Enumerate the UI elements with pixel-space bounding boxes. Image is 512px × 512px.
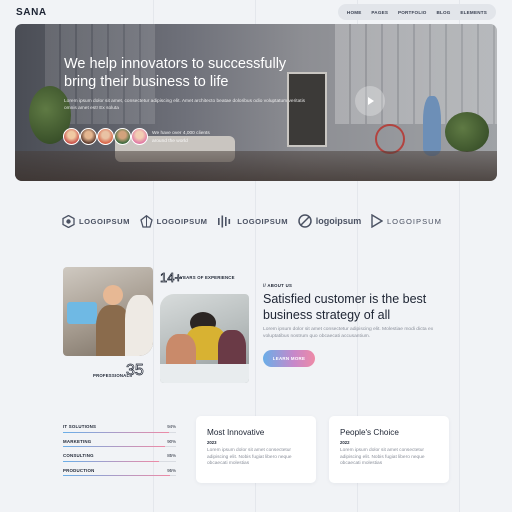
partner-logo: LOGOIPSUM bbox=[139, 214, 208, 228]
skill-name: IT SOLUTIONS bbox=[63, 424, 97, 429]
award-description: Lorem ipsum dolor sit amet consectetur a… bbox=[207, 448, 292, 467]
avatar bbox=[80, 128, 97, 145]
award-description: Lorem ipsum dolor sit amet consectetur a… bbox=[340, 448, 425, 467]
person-body bbox=[125, 295, 153, 356]
hero-person bbox=[423, 96, 441, 156]
award-card: People's Choice 2022 Lorem ipsum dolor s… bbox=[329, 416, 449, 483]
professionals-number: 35 bbox=[126, 362, 144, 380]
experience-number: 14+ bbox=[160, 270, 183, 286]
skill-name: MARKETING bbox=[63, 438, 92, 444]
about-description: Lorem ipsum dolor sit amet consectetur a… bbox=[263, 327, 434, 340]
skill-item: CONSULTING 85% bbox=[63, 453, 176, 468]
hero-description: Lorem ipsum dolor sit amet, consectetur … bbox=[64, 99, 306, 111]
avatar bbox=[131, 128, 148, 145]
partner-logo-text: LOGOIPSUM bbox=[79, 216, 130, 226]
skill-item: MARKETING 90% bbox=[63, 439, 176, 454]
skill-name: PRODUCTION bbox=[63, 467, 95, 473]
award-title: Most Innovative bbox=[207, 428, 265, 437]
nav-item-portfolio[interactable]: PORTFOLIO bbox=[398, 10, 427, 15]
hero-plant bbox=[445, 112, 489, 152]
skill-track bbox=[63, 446, 176, 447]
avatar bbox=[97, 128, 114, 145]
play-button[interactable] bbox=[355, 86, 385, 116]
hero-banner: We help innovators to successfully bring… bbox=[15, 24, 497, 181]
skill-percent: 95% bbox=[167, 467, 176, 473]
award-year: 2023 bbox=[207, 440, 217, 445]
brand-logo[interactable]: SANA bbox=[16, 7, 47, 18]
partner-logo: LOGOIPSUM bbox=[371, 214, 442, 228]
hero-title: We help innovators to successfully bring… bbox=[64, 56, 287, 90]
nav-item-pages[interactable]: PAGES bbox=[371, 10, 388, 15]
hero-bicycle bbox=[375, 124, 405, 154]
clients-text: We have over 4,000 clients around the wo… bbox=[152, 131, 210, 144]
nav-item-home[interactable]: HOME bbox=[347, 10, 362, 15]
partner-logo: logoipsum bbox=[298, 214, 362, 228]
hero-floor bbox=[15, 151, 497, 181]
bars-logo-icon bbox=[218, 215, 231, 227]
partner-logo: LOGOIPSUM bbox=[217, 215, 288, 228]
skills-list: IT SOLUTIONS 94% MARKETING 90% CONSULTIN… bbox=[63, 424, 176, 482]
skill-fill bbox=[63, 475, 171, 476]
skill-fill bbox=[63, 460, 160, 462]
learn-more-button[interactable]: LEARN MORE bbox=[263, 350, 315, 367]
partner-logos: LOGOIPSUM LOGOIPSUM LOGOIPSUM logoipsum … bbox=[62, 214, 442, 228]
geometric-logo-icon bbox=[139, 214, 153, 228]
main-nav: HOME PAGES PORTFOLIO BLOG ELEMENTS bbox=[338, 4, 496, 20]
award-card: Most Innovative 2023 Lorem ipsum dolor s… bbox=[196, 416, 316, 483]
skill-percent: 90% bbox=[167, 438, 176, 444]
skill-percent: 94% bbox=[167, 424, 176, 429]
client-avatars bbox=[63, 128, 148, 145]
circle-slash-logo-icon bbox=[298, 214, 312, 228]
skill-item: IT SOLUTIONS 94% bbox=[63, 424, 176, 439]
section-tag: // ABOUT US bbox=[263, 283, 293, 288]
about-title: Satisfied customer is the best business … bbox=[263, 292, 427, 322]
skill-fill bbox=[63, 446, 165, 447]
skill-track bbox=[63, 431, 176, 433]
partner-logo-text: LOGOIPSUM bbox=[386, 216, 442, 226]
skill-track bbox=[63, 460, 176, 462]
partner-logo-text: LOGOIPSUM bbox=[237, 216, 289, 226]
play-icon bbox=[368, 97, 374, 105]
arrow-logo-icon bbox=[371, 214, 383, 228]
monitor-shape bbox=[67, 302, 97, 324]
avatar bbox=[63, 128, 80, 145]
partner-logo-text: LOGOIPSUM bbox=[156, 216, 208, 226]
nav-item-blog[interactable]: BLOG bbox=[436, 10, 450, 15]
award-year: 2022 bbox=[340, 440, 350, 445]
person-head bbox=[103, 285, 123, 305]
skill-percent: 85% bbox=[167, 453, 176, 458]
meeting-photo bbox=[160, 294, 249, 383]
table-shape bbox=[160, 364, 249, 383]
partner-logo: LOGOIPSUM bbox=[62, 214, 130, 228]
avatar bbox=[114, 128, 131, 145]
nav-item-elements[interactable]: ELEMENTS bbox=[460, 10, 487, 15]
partner-logo-text: logoipsum bbox=[315, 216, 362, 226]
skill-track bbox=[63, 475, 176, 476]
skill-name: CONSULTING bbox=[63, 453, 94, 458]
hexagon-logo-icon bbox=[62, 214, 75, 228]
skill-item: PRODUCTION 95% bbox=[63, 468, 176, 483]
experience-label: YEARS OF EXPERIENCE bbox=[180, 275, 235, 280]
skill-fill bbox=[63, 431, 170, 433]
team-photo bbox=[63, 267, 153, 356]
award-title: People's Choice bbox=[340, 428, 399, 437]
